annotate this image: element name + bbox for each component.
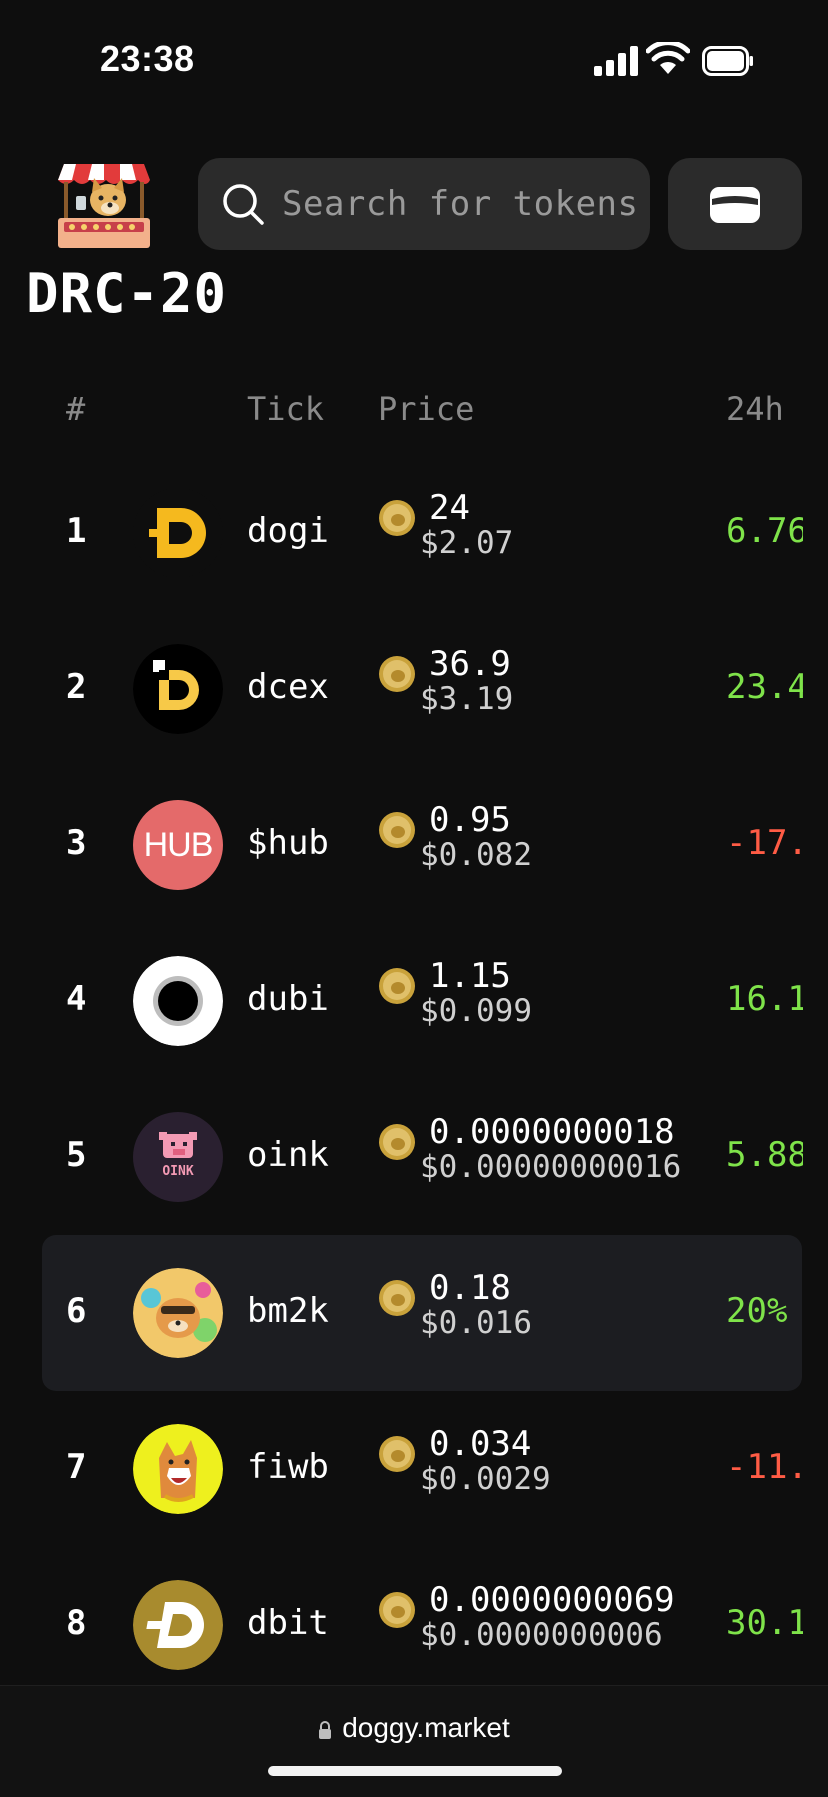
column-24h-header[interactable]: 24h	[726, 390, 784, 428]
page-title: DRC-20	[26, 262, 228, 325]
token-tick: $hub	[247, 823, 329, 863]
token-price-doge: 24	[429, 488, 470, 528]
token-price-usd: $0.0029	[420, 1461, 551, 1497]
table-header: # Tick Price 24h	[0, 390, 828, 440]
column-rank-header: #	[66, 390, 86, 428]
token-change-24h: 6.76	[726, 511, 803, 551]
token-price-usd: $0.0000000006	[420, 1617, 663, 1653]
status-bar: 23:38	[0, 0, 828, 120]
status-time: 23:38	[100, 38, 195, 79]
doggy-market-logo-icon[interactable]	[54, 156, 154, 252]
token-rank: 1	[66, 511, 87, 551]
token-rank: 4	[66, 979, 87, 1019]
dcex-logo-icon	[133, 644, 223, 734]
battery-icon	[702, 46, 753, 76]
browser-bottom-bar: doggy.market	[0, 1685, 828, 1797]
token-tick: dubi	[247, 979, 329, 1019]
doge-coin-icon	[379, 968, 415, 1004]
token-tick: bm2k	[247, 1291, 329, 1331]
token-tick: dcex	[247, 667, 329, 707]
token-price-usd: $0.016	[420, 1305, 532, 1341]
token-change-24h: -11.	[726, 1447, 803, 1487]
token-row[interactable]: 1 dogi 24 $2.07 6.76	[0, 455, 803, 611]
token-tick: dogi	[247, 511, 329, 551]
token-change-24h: 16.1	[726, 979, 803, 1019]
doge-coin-icon	[379, 1592, 415, 1628]
doge-coin-icon	[379, 656, 415, 692]
search-bar[interactable]: Search for tokens	[198, 158, 650, 250]
fiwb-logo-icon	[133, 1424, 223, 1514]
token-rank: 7	[66, 1447, 87, 1487]
token-list: 1 dogi 24 $2.07 6.76 2 dcex 36.9 $3.19 2…	[0, 455, 803, 1685]
wallet-icon	[710, 187, 760, 223]
token-price-doge: 0.034	[429, 1424, 532, 1464]
token-price-usd: $0.099	[420, 993, 532, 1029]
lock-icon	[319, 1721, 332, 1739]
wifi-icon	[646, 42, 690, 74]
doge-coin-icon	[379, 500, 415, 536]
dubi-logo-icon	[133, 956, 223, 1046]
token-row[interactable]: 7 fiwb 0.034 $0.0029 -11.	[0, 1391, 803, 1547]
token-price-doge: 0.0000000018	[429, 1112, 675, 1152]
token-price-doge: 1.15	[429, 956, 511, 996]
token-row[interactable]: 5 OINK oink 0.0000000018 $0.00000000016 …	[0, 1079, 803, 1235]
oink-logo-text: OINK	[162, 1164, 194, 1179]
token-change-24h: 23.4	[726, 667, 803, 707]
token-price-doge: 36.9	[429, 644, 511, 684]
token-change-24h: -17.	[726, 823, 803, 863]
token-price-doge: 0.95	[429, 800, 511, 840]
token-row[interactable]: 3 HUB $hub 0.95 $0.082 -17.	[0, 767, 803, 923]
token-row[interactable]: 4 dubi 1.15 $0.099 16.1	[0, 923, 803, 1079]
bm2k-logo-icon	[133, 1268, 223, 1358]
app-header: Search for tokens	[0, 150, 828, 260]
doge-coin-icon	[379, 1280, 415, 1316]
token-price-usd: $2.07	[420, 525, 514, 561]
search-input[interactable]: Search for tokens	[282, 184, 639, 224]
token-tick: fiwb	[247, 1447, 329, 1487]
doge-coin-icon	[379, 812, 415, 848]
token-row-selected[interactable]: 6 bm2k 0.18 $0.016 20%	[42, 1235, 802, 1391]
token-tick: oink	[247, 1135, 329, 1175]
token-rank: 6	[66, 1291, 87, 1331]
dbit-logo-icon	[133, 1580, 223, 1670]
home-indicator[interactable]	[268, 1766, 562, 1776]
token-change-24h: 20%	[726, 1291, 788, 1331]
url-text: doggy.market	[342, 1712, 510, 1743]
search-icon	[223, 184, 264, 225]
column-price-header[interactable]: Price	[378, 390, 474, 428]
hub-logo-text: HUB	[143, 825, 214, 864]
token-rank: 8	[66, 1603, 87, 1643]
cellular-signal-icon	[594, 44, 644, 76]
doge-coin-icon	[379, 1124, 415, 1160]
token-row[interactable]: 8 dbit 0.0000000069 $0.0000000006 30.1	[0, 1547, 803, 1685]
token-price-usd: $0.082	[420, 837, 532, 873]
token-tick: dbit	[247, 1603, 329, 1643]
token-rank: 5	[66, 1135, 87, 1175]
url-bar[interactable]: doggy.market	[0, 1712, 828, 1744]
token-rank: 3	[66, 823, 87, 863]
token-rank: 2	[66, 667, 87, 707]
hub-logo-icon: HUB	[133, 800, 223, 890]
oink-logo-icon: OINK	[133, 1112, 223, 1202]
token-row[interactable]: 2 dcex 36.9 $3.19 23.4	[0, 611, 803, 767]
token-price-usd: $3.19	[420, 681, 514, 717]
column-tick-header[interactable]: Tick	[247, 390, 324, 428]
wallet-button[interactable]	[668, 158, 802, 250]
token-change-24h: 30.1	[726, 1603, 803, 1643]
dogi-logo-icon	[133, 488, 223, 578]
doge-coin-icon	[379, 1436, 415, 1472]
token-price-doge: 0.0000000069	[429, 1580, 675, 1620]
token-change-24h: 5.88	[726, 1135, 803, 1175]
token-price-usd: $0.00000000016	[420, 1149, 682, 1185]
token-price-doge: 0.18	[429, 1268, 511, 1308]
